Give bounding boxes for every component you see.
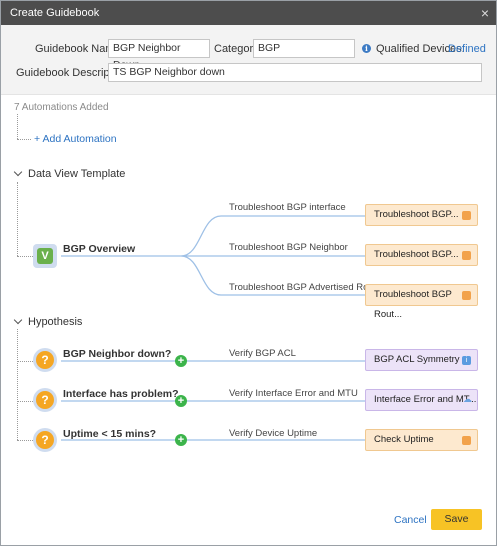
hypothesis-label[interactable]: Uptime < 15 mins? bbox=[63, 428, 156, 440]
hypothesis-node-icon: ? bbox=[33, 388, 57, 412]
edge-label: Verify BGP ACL bbox=[229, 348, 296, 359]
hypothesis-node-icon: ? bbox=[33, 428, 57, 452]
edge-label: Troubleshoot BGP interface bbox=[229, 202, 346, 213]
info-icon: i bbox=[462, 356, 471, 365]
edge-label: Verify Interface Error and MTU bbox=[229, 388, 358, 399]
card-label: Troubleshoot BGP... bbox=[374, 209, 459, 220]
save-button[interactable]: Save bbox=[431, 509, 482, 530]
runbook-icon bbox=[462, 436, 471, 445]
tree-connector bbox=[17, 401, 33, 402]
runbook-icon bbox=[462, 291, 471, 300]
hypothesis-card[interactable]: BGP ACL Symmetry i bbox=[365, 349, 478, 371]
question-icon: ? bbox=[36, 431, 54, 449]
tree-connector bbox=[17, 361, 33, 362]
question-icon: ? bbox=[36, 391, 54, 409]
hypothesis-label[interactable]: Interface has problem? bbox=[63, 388, 179, 400]
create-guidebook-dialog: Create Guidebook × Guidebook Name: BGP N… bbox=[0, 0, 497, 546]
edge-label: Troubleshoot BGP Advertised Route bbox=[229, 282, 382, 293]
tree-connector bbox=[17, 440, 33, 441]
cancel-button[interactable]: Cancel bbox=[394, 514, 427, 526]
add-icon[interactable]: + bbox=[175, 355, 187, 367]
edge-label: Verify Device Uptime bbox=[229, 428, 318, 439]
runbook-icon bbox=[462, 211, 471, 220]
cloud-icon: ☁ bbox=[463, 394, 472, 404]
data-view-card[interactable]: Troubleshoot BGP... bbox=[365, 204, 478, 226]
hypothesis-title: Hypothesis bbox=[28, 316, 83, 328]
hypothesis-card[interactable]: Interface Error and MT... ☁ bbox=[365, 389, 478, 411]
data-view-card[interactable]: Troubleshoot BGP... bbox=[365, 244, 478, 266]
card-label: BGP ACL Symmetry bbox=[374, 354, 460, 365]
hypothesis-node-icon: ? bbox=[33, 348, 57, 372]
tree-edges bbox=[61, 215, 365, 441]
question-icon: ? bbox=[36, 351, 54, 369]
tree-connector bbox=[17, 329, 18, 440]
hypothesis-label[interactable]: BGP Neighbor down? bbox=[63, 348, 171, 360]
card-label: Troubleshoot BGP... bbox=[374, 249, 459, 260]
add-icon[interactable]: + bbox=[175, 434, 187, 446]
card-label: Interface Error and MT... bbox=[374, 394, 477, 405]
card-label: Check Uptime bbox=[374, 434, 434, 445]
hypothesis-card[interactable]: Check Uptime bbox=[365, 429, 478, 451]
edge-label: Troubleshoot BGP Neighbor bbox=[229, 242, 348, 253]
data-view-card[interactable]: Troubleshoot BGP Rout... bbox=[365, 284, 478, 320]
runbook-icon bbox=[462, 251, 471, 260]
add-icon[interactable]: + bbox=[175, 395, 187, 407]
